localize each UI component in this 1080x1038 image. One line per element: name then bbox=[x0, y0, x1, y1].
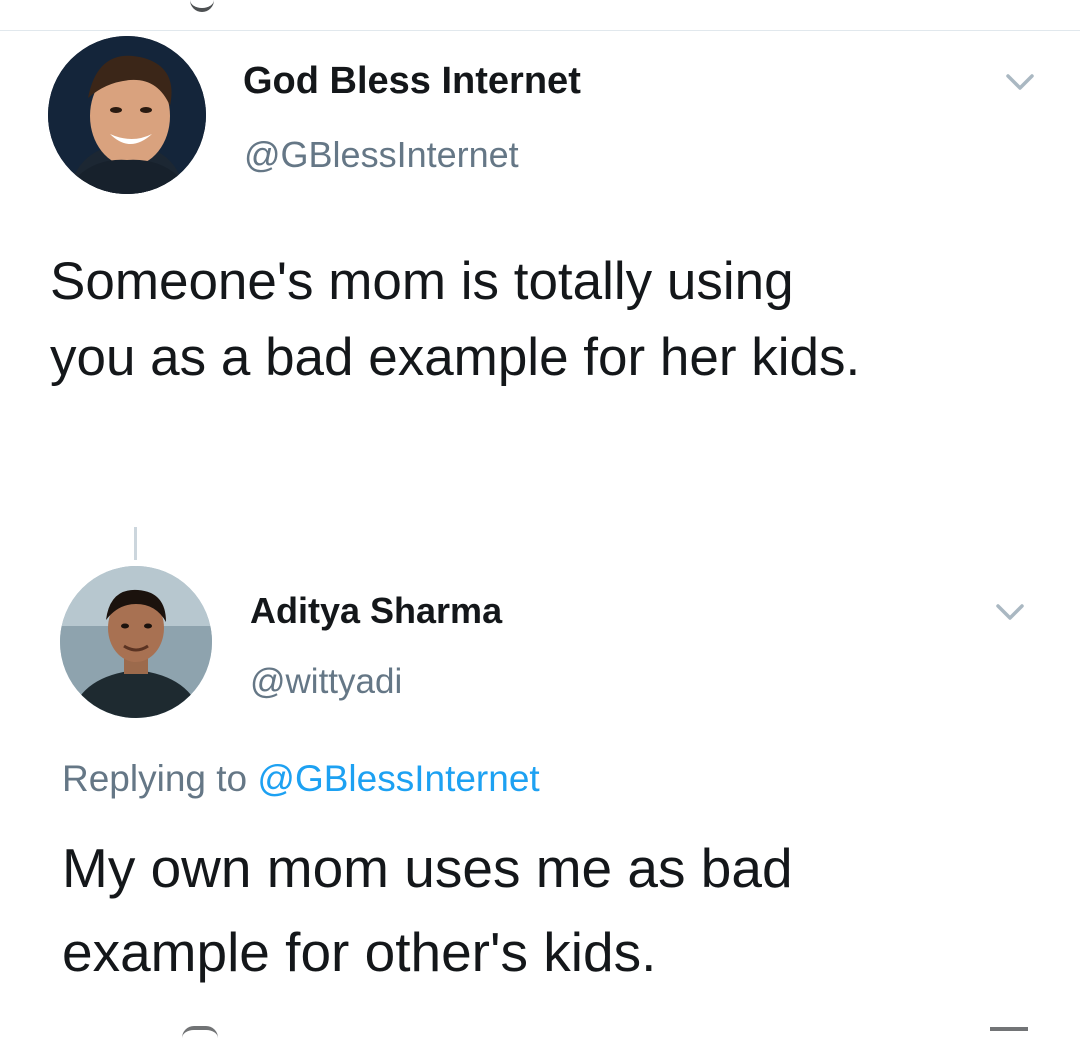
author-display-name[interactable]: God Bless Internet bbox=[243, 60, 581, 103]
chevron-down-icon bbox=[1006, 74, 1034, 90]
replying-to-line: Replying to @GBlessInternet bbox=[62, 758, 540, 800]
chevron-down-icon bbox=[996, 604, 1024, 620]
reply-author-handle[interactable]: @wittyadi bbox=[250, 662, 402, 702]
author-avatar[interactable] bbox=[48, 36, 206, 194]
reply-text: My own mom uses me as bad example for ot… bbox=[62, 826, 1062, 994]
reply-text-line: My own mom uses me as bad bbox=[62, 837, 793, 899]
tweet-text-line: Someone's mom is totally using bbox=[50, 252, 794, 311]
original-tweet[interactable]: God Bless Internet @GBlessInternet Someo… bbox=[0, 0, 1080, 420]
cut-off-icon-fragment bbox=[990, 1027, 1028, 1038]
tweet-text-line: you as a bad example for her kids. bbox=[50, 328, 861, 387]
tweet-menu-button[interactable] bbox=[1000, 66, 1040, 96]
reply-text-line: example for other's kids. bbox=[62, 921, 657, 983]
thread-connector-line bbox=[134, 527, 137, 560]
person-avatar-icon bbox=[48, 36, 206, 194]
person-avatar-icon bbox=[60, 566, 212, 718]
reply-author-display-name[interactable]: Aditya Sharma bbox=[250, 590, 502, 632]
reply-menu-button[interactable] bbox=[990, 596, 1030, 626]
cut-off-icon-fragment bbox=[182, 1026, 218, 1038]
author-handle[interactable]: @GBlessInternet bbox=[244, 134, 519, 176]
reply-author-avatar[interactable] bbox=[60, 566, 212, 718]
tweet-text: Someone's mom is totally using you as a … bbox=[50, 244, 1050, 396]
replying-to-prefix: Replying to bbox=[62, 758, 248, 799]
replying-to-mention-link[interactable]: @GBlessInternet bbox=[257, 758, 539, 799]
